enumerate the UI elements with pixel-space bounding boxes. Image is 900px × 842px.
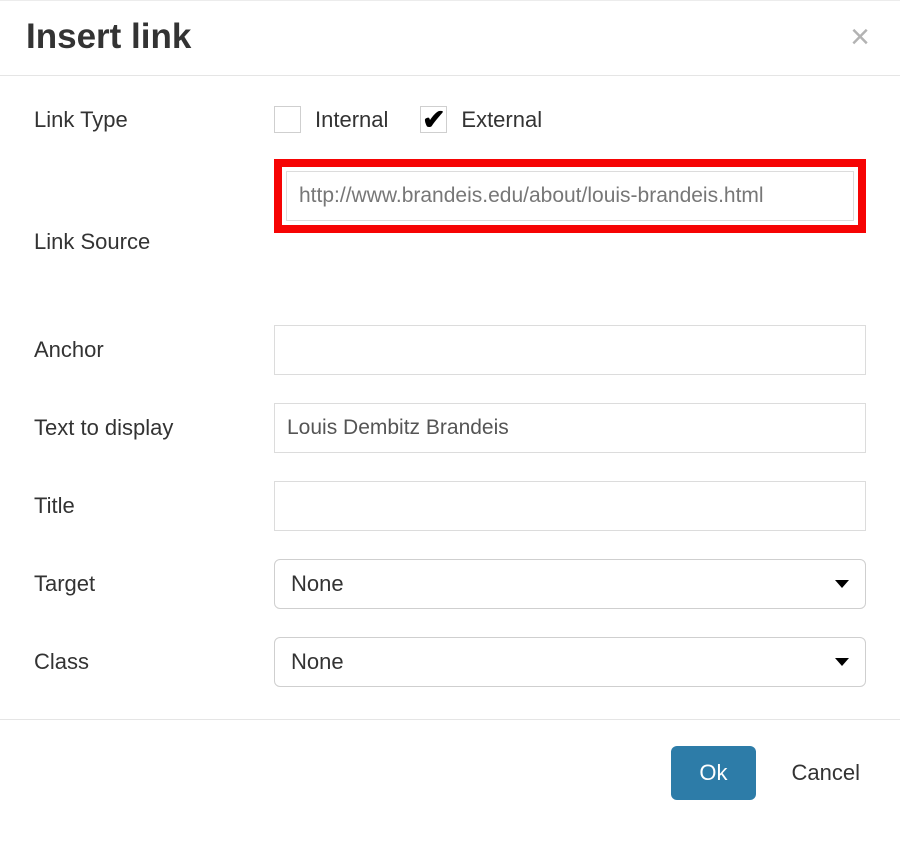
- link-source-area: [274, 161, 866, 233]
- label-link-type: Link Type: [34, 107, 274, 133]
- class-selected-value: None: [291, 649, 344, 675]
- ok-button[interactable]: Ok: [671, 746, 755, 800]
- label-text-to-display: Text to display: [34, 415, 274, 441]
- row-link-source: Link Source: [34, 161, 866, 255]
- row-text-to-display: Text to display: [34, 403, 866, 453]
- label-class: Class: [34, 649, 274, 675]
- insert-link-dialog: Insert link × Link Type ✔ Internal ✔ Ext…: [0, 0, 900, 824]
- label-link-source: Link Source: [34, 161, 274, 255]
- title-area: [274, 481, 866, 531]
- target-select[interactable]: None: [274, 559, 866, 609]
- row-link-type: Link Type ✔ Internal ✔ External: [34, 106, 866, 133]
- chevron-down-icon: [835, 580, 849, 588]
- dialog-title: Insert link: [26, 17, 191, 57]
- row-target: Target None: [34, 559, 866, 609]
- dialog-body: Link Type ✔ Internal ✔ External Link Sou…: [0, 76, 900, 719]
- class-select[interactable]: None: [274, 637, 866, 687]
- checkbox-internal-label: Internal: [315, 107, 388, 133]
- link-source-input[interactable]: [286, 171, 854, 221]
- title-input[interactable]: [274, 481, 866, 531]
- target-area: None: [274, 559, 866, 609]
- anchor-area: [274, 325, 866, 375]
- label-anchor: Anchor: [34, 337, 274, 363]
- close-icon[interactable]: ×: [846, 20, 874, 54]
- text-to-display-input[interactable]: [274, 403, 866, 453]
- label-target: Target: [34, 571, 274, 597]
- label-title: Title: [34, 493, 274, 519]
- row-class: Class None: [34, 637, 866, 687]
- row-anchor: Anchor: [34, 325, 866, 375]
- chevron-down-icon: [835, 658, 849, 666]
- target-selected-value: None: [291, 571, 344, 597]
- class-area: None: [274, 637, 866, 687]
- dialog-footer: Ok Cancel: [0, 719, 900, 824]
- spacer: [34, 283, 866, 325]
- link-type-options: ✔ Internal ✔ External: [274, 106, 866, 133]
- dialog-header: Insert link ×: [0, 1, 900, 76]
- text-to-display-area: [274, 403, 866, 453]
- check-icon: ✔: [422, 106, 445, 134]
- checkbox-internal[interactable]: ✔: [274, 106, 301, 133]
- cancel-button[interactable]: Cancel: [786, 746, 866, 800]
- checkbox-external-label: External: [461, 107, 542, 133]
- checkbox-external[interactable]: ✔: [420, 106, 447, 133]
- anchor-input[interactable]: [274, 325, 866, 375]
- row-title: Title: [34, 481, 866, 531]
- link-source-highlight: [274, 159, 866, 233]
